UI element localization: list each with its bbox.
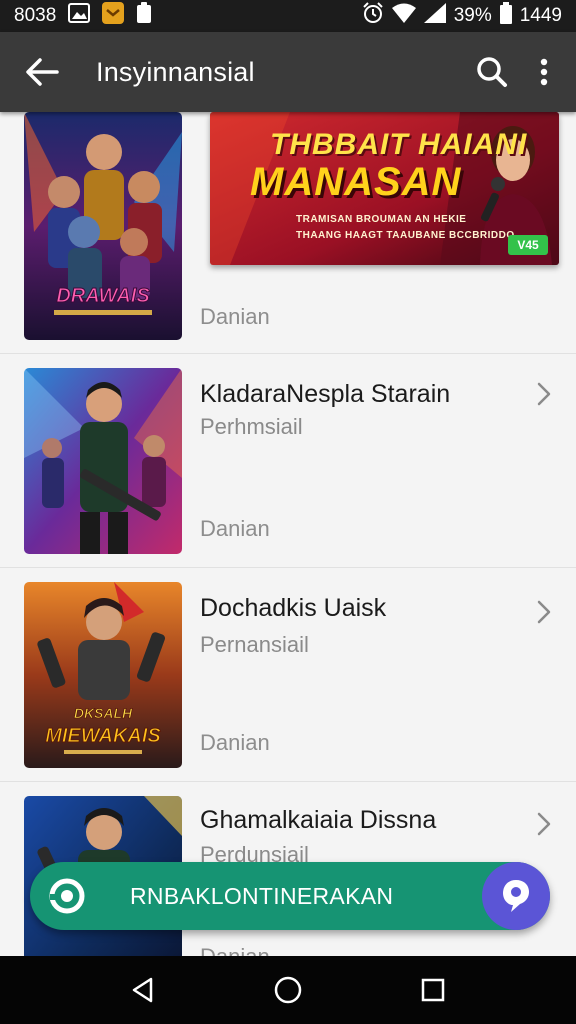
poster-thumbnail[interactable]: DKSALH MIEWAKAIS: [24, 582, 182, 768]
nav-recents-button[interactable]: [405, 962, 461, 1018]
item-title: Dochadkis Uaisk: [200, 594, 387, 622]
item-meta: Danian: [200, 516, 270, 541]
wifi-icon: [391, 3, 416, 29]
item-subtitle: Perhmsiail: [200, 414, 303, 439]
triangle-back-icon: [132, 977, 152, 1003]
overflow-menu-button[interactable]: [520, 44, 568, 100]
system-nav-bar: [0, 956, 576, 1024]
item-title: Ghamalkaiaia Dissna: [200, 806, 437, 834]
camera-lens-icon: [48, 877, 86, 915]
poster-title-text-1: DKSALH: [74, 705, 133, 721]
square-recents-icon: [422, 978, 445, 1002]
battery-percent: 39%: [453, 5, 492, 26]
item-subtitle: Pernansiail: [200, 632, 309, 657]
banner-badge: V45: [508, 235, 548, 255]
assistant-button[interactable]: [482, 862, 550, 930]
status-left-text: 8038: [14, 5, 57, 26]
clock: 1449: [519, 5, 562, 26]
item-meta: Danian: [200, 304, 270, 329]
chevron-right-icon[interactable]: [534, 380, 554, 408]
clipboard-notification-icon: [136, 2, 152, 30]
alarm-icon: [362, 2, 384, 30]
signal-icon: [423, 3, 446, 29]
more-vert-icon: [540, 58, 548, 86]
nav-home-button[interactable]: [260, 962, 316, 1018]
chevron-right-icon[interactable]: [534, 810, 554, 838]
poster-thumbnail[interactable]: [24, 368, 182, 554]
app-bar: Insyinnansial: [0, 32, 576, 112]
status-right: 39% 1449: [362, 2, 562, 30]
item-meta: Danian: [200, 730, 270, 755]
banner-caption-2: THAANG HAAGT TAAUBANE BCCBRIDDO: [296, 230, 515, 241]
item-title: KladaraNespla Starain: [200, 380, 451, 408]
floating-action-bar[interactable]: RNBAKLONTINERAKAN: [30, 862, 550, 930]
screen: 8038 39% 1449 Insyinnansial DRAWAIS THBB…: [0, 0, 576, 1024]
banner-caption-1: TRAMISAN BROUMAN AN HEKIE: [296, 214, 467, 225]
circle-home-icon: [274, 976, 302, 1004]
promo-banner[interactable]: THBBAIT HAIANI MANASAN TRAMISAN BROUMAN …: [210, 112, 559, 265]
page-title: Insyinnansial: [96, 56, 255, 87]
back-button[interactable]: [10, 40, 74, 104]
banner-title-2: MANASAN: [250, 160, 462, 204]
poster-title-text: DRAWAIS: [56, 285, 150, 307]
battery-icon: [499, 2, 512, 30]
fab-label: RNBAKLONTINERAKAN: [130, 882, 394, 909]
poster-thumbnail[interactable]: DRAWAIS: [24, 112, 182, 340]
arrow-left-icon: [26, 58, 59, 86]
gallery-notification-icon: [68, 3, 91, 29]
app-notification-icon: [102, 2, 125, 30]
search-button[interactable]: [464, 44, 520, 100]
search-icon: [477, 57, 507, 87]
chevron-right-icon[interactable]: [534, 598, 554, 626]
poster-title-text-2: MIEWAKAIS: [45, 725, 161, 747]
assistant-icon: [503, 880, 529, 912]
list-item[interactable]: DRAWAIS THBBAIT HAIANI MANASAN TRAMISAN …: [0, 112, 576, 354]
list-item[interactable]: KladaraNespla Starain Perhmsiail Danian: [0, 354, 576, 568]
banner-title-1: THBBAIT HAIANI: [270, 128, 528, 161]
list-item[interactable]: DKSALH MIEWAKAIS Dochadkis Uaisk Pernans…: [0, 568, 576, 782]
status-left: 8038: [14, 2, 152, 30]
nav-back-button[interactable]: [115, 962, 171, 1018]
status-bar: 8038 39% 1449: [0, 0, 576, 32]
